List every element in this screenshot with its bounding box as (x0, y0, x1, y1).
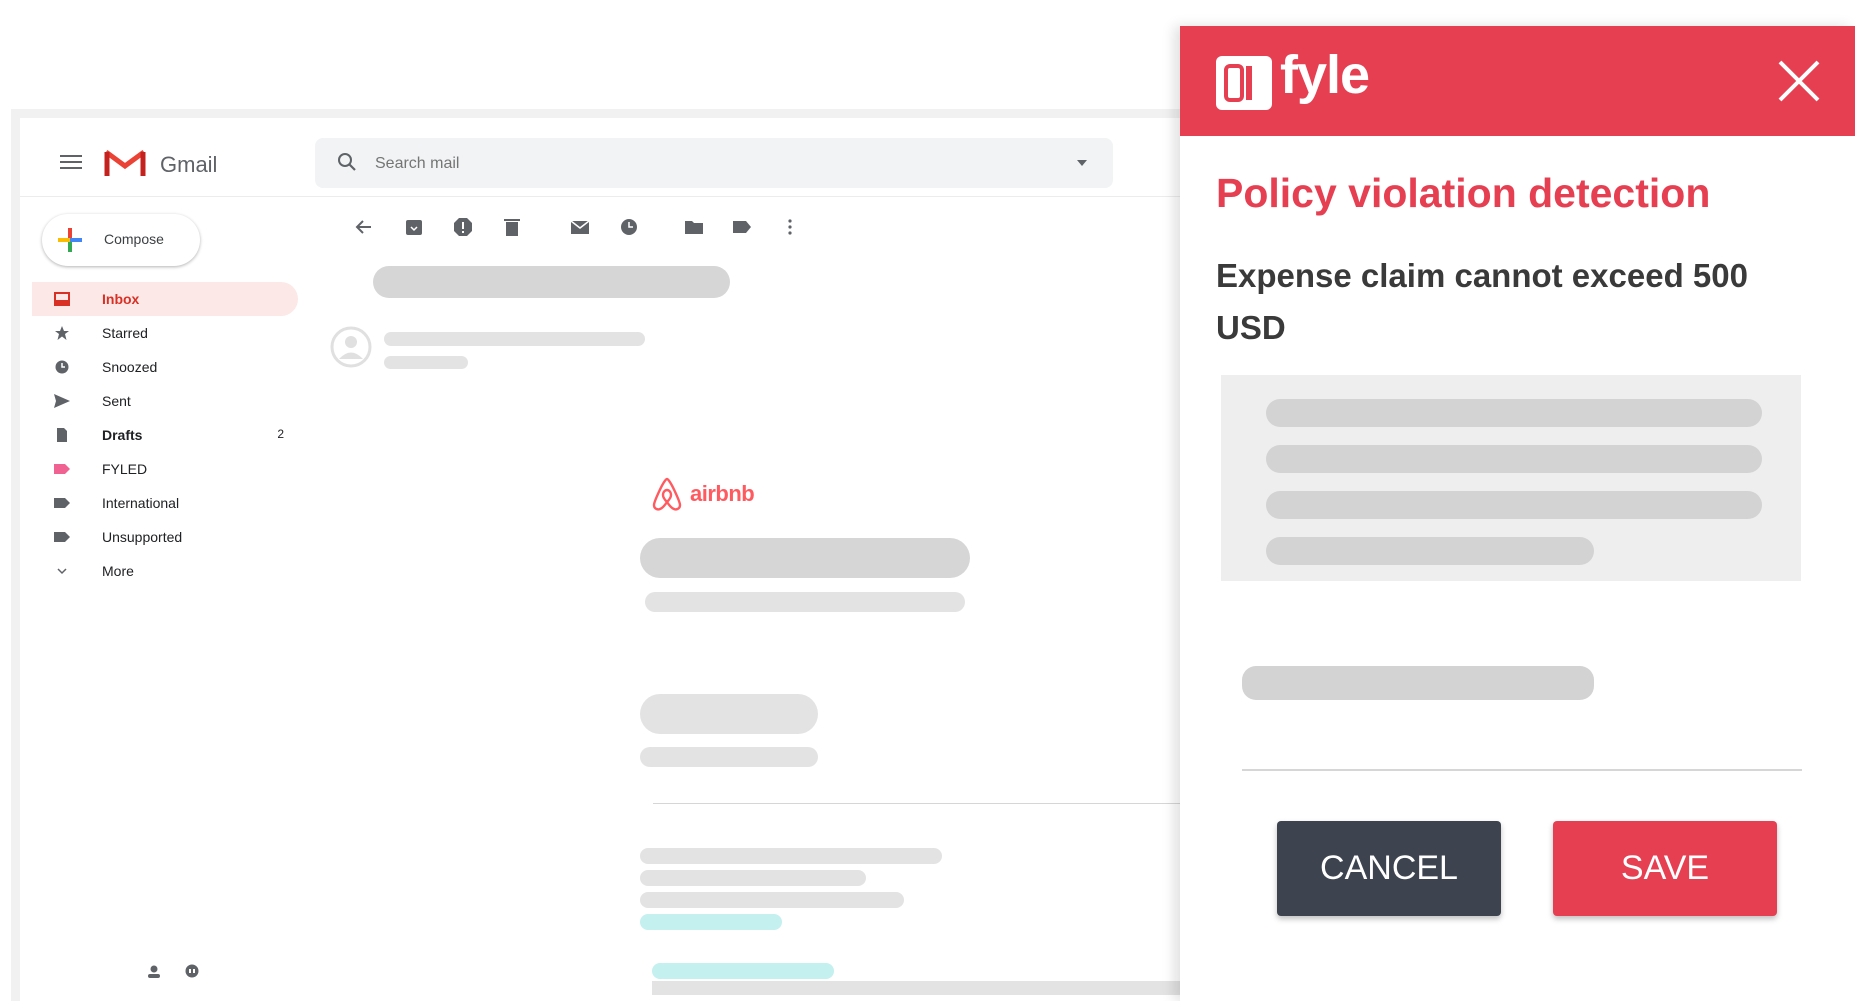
draft-icon (57, 428, 67, 442)
email-link-placeholder (640, 914, 782, 930)
sidebar-item-more[interactable]: More (32, 554, 298, 588)
contact-icon[interactable] (145, 963, 163, 981)
report-spam-icon[interactable] (452, 216, 474, 238)
email-button-placeholder (640, 694, 818, 734)
back-arrow-icon[interactable] (353, 216, 375, 238)
sidebar-item-snoozed[interactable]: Snoozed (32, 350, 298, 384)
sidebar-bottom-icons (145, 963, 217, 986)
hangouts-icon[interactable] (183, 963, 201, 981)
sidebar-item-label: Drafts (102, 427, 143, 443)
mark-unread-icon[interactable] (569, 216, 591, 238)
gmail-logo-icon (104, 149, 146, 176)
clock-icon (55, 360, 69, 374)
detail-placeholder (1266, 445, 1762, 473)
email-line-placeholder (645, 592, 965, 612)
sidebar-item-label: Unsupported (102, 529, 183, 545)
sender-avatar-icon (330, 326, 372, 368)
sidebar-item-label: Sent (102, 393, 131, 409)
sidebar-item-starred[interactable]: Starred (32, 316, 298, 350)
email-link-placeholder (652, 963, 834, 979)
email-line-placeholder (640, 747, 818, 767)
gmail-wordmark: Gmail (160, 152, 218, 177)
fyle-wordmark: fyle (1280, 45, 1370, 105)
compose-label: Compose (104, 231, 164, 247)
input-field-placeholder[interactable] (1242, 666, 1594, 700)
label-tag-icon[interactable] (731, 216, 753, 238)
detail-placeholder (1266, 399, 1762, 427)
panel-title: Policy violation detection (1216, 170, 1711, 216)
snooze-clock-icon[interactable] (618, 216, 640, 238)
star-icon (55, 326, 69, 340)
date-placeholder (384, 356, 468, 369)
sidebar-nav: Inbox Starred Snoozed Sent Drafts 2 FYLE… (32, 282, 298, 588)
fyle-logo-icon (1216, 56, 1272, 110)
more-vertical-icon[interactable] (779, 216, 801, 238)
subject-placeholder (373, 266, 730, 298)
airbnb-belo-icon (652, 477, 682, 511)
fyle-header: fyle (1180, 26, 1855, 136)
email-line-placeholder (640, 870, 866, 886)
input-underline (1242, 769, 1802, 771)
sidebar-item-label: International (102, 495, 180, 511)
drafts-count: 2 (277, 427, 284, 441)
sidebar-item-drafts[interactable]: Drafts 2 (32, 418, 298, 452)
compose-button[interactable]: Compose (42, 214, 200, 266)
sidebar-item-label: Snoozed (102, 359, 158, 375)
cancel-button[interactable]: CANCEL (1277, 821, 1501, 916)
delete-icon[interactable] (501, 216, 523, 238)
email-line-placeholder (640, 848, 942, 864)
sidebar-item-inbox[interactable]: Inbox (32, 282, 298, 316)
sidebar-item-label: FYLED (102, 461, 148, 477)
send-icon (54, 394, 70, 408)
expense-details-box (1221, 375, 1801, 581)
sidebar-item-label: More (102, 563, 134, 579)
airbnb-logo: airbnb (650, 476, 755, 512)
search-options-chevron-icon[interactable] (1077, 160, 1087, 166)
email-heading-placeholder (640, 538, 970, 578)
sidebar-item-fyled[interactable]: FYLED (32, 452, 298, 486)
sidebar-item-sent[interactable]: Sent (32, 384, 298, 418)
inbox-icon (54, 292, 70, 306)
close-icon[interactable] (1776, 58, 1822, 104)
sidebar-item-label: Inbox (102, 291, 140, 307)
label-icon (54, 532, 70, 542)
sidebar-item-international[interactable]: International (32, 486, 298, 520)
email-line-placeholder (640, 892, 904, 908)
archive-icon[interactable] (403, 216, 425, 238)
policy-message: Expense claim cannot exceed 500 USD (1216, 257, 1748, 346)
move-to-folder-icon[interactable] (683, 216, 705, 238)
hamburger-menu-icon[interactable] (60, 155, 82, 169)
search-input[interactable] (373, 150, 1027, 178)
plus-icon (58, 228, 82, 252)
sidebar-item-unsupported[interactable]: Unsupported (32, 520, 298, 554)
label-icon (54, 464, 70, 474)
search-bar[interactable] (315, 138, 1113, 188)
detail-placeholder (1266, 537, 1594, 565)
chevron-down-icon (57, 568, 67, 575)
detail-placeholder (1266, 491, 1762, 519)
save-button[interactable]: SAVE (1553, 821, 1777, 916)
sidebar-item-label: Starred (102, 325, 148, 341)
sender-placeholder (384, 332, 645, 346)
search-icon[interactable] (337, 152, 357, 172)
fyle-panel: fyle Policy violation detection Expense … (1180, 26, 1855, 1001)
airbnb-wordmark: airbnb (690, 481, 755, 506)
label-icon (54, 498, 70, 508)
